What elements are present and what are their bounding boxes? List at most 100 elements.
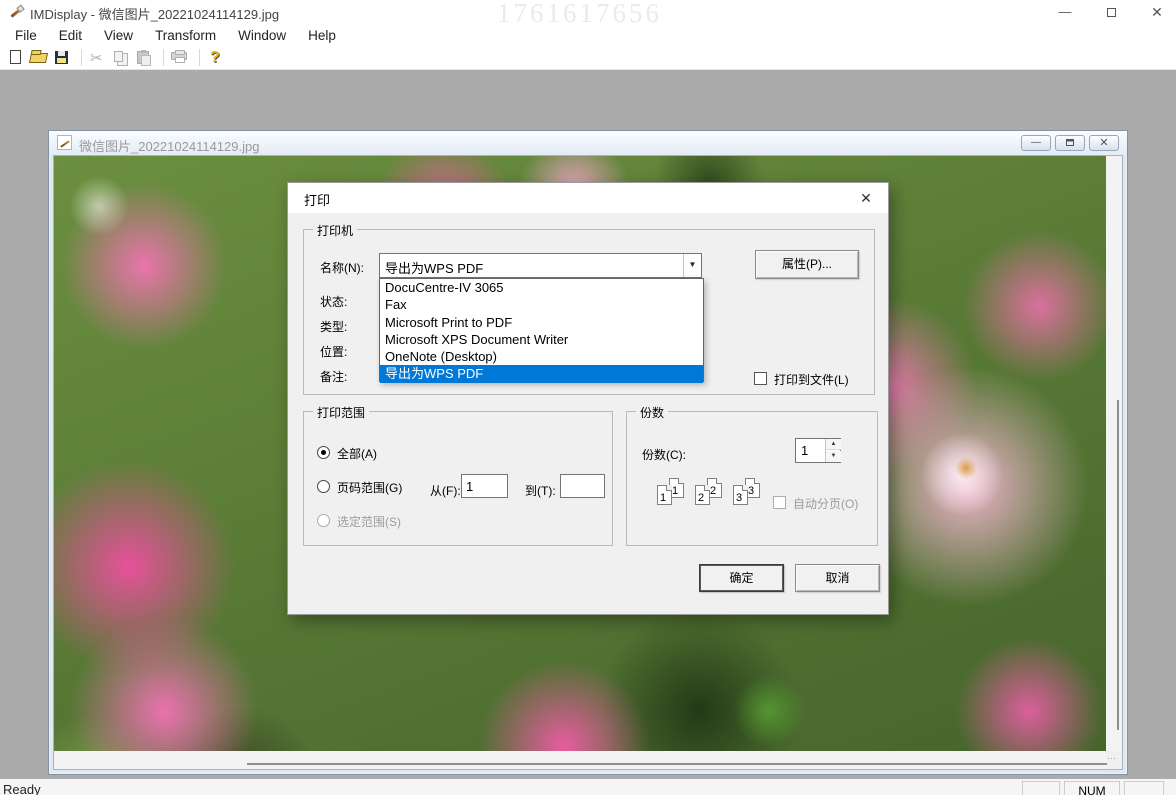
menu-edit[interactable]: Edit — [48, 26, 93, 45]
save-icon[interactable] — [52, 49, 72, 67]
range-pages-label[interactable]: 页码范围(G) — [337, 479, 402, 496]
document-title: 微信图片_20221024114129.jpg — [79, 136, 259, 155]
maximize-icon[interactable] — [1094, 0, 1128, 24]
open-file-icon[interactable] — [29, 49, 49, 67]
printer-group: 打印机 名称(N): 导出为WPS PDF ▼ 属性(P)... 状态: 类型:… — [303, 229, 875, 395]
app-icon — [8, 4, 24, 20]
printer-name-value: 导出为WPS PDF — [385, 258, 483, 277]
toolbar-separator — [163, 49, 164, 66]
collate-pages-graphic: 1 1 2 2 3 3 — [657, 478, 769, 514]
range-to-input[interactable] — [560, 474, 605, 498]
menu-transform[interactable]: Transform — [144, 26, 227, 45]
printer-comment-label: 备注: — [320, 368, 347, 385]
range-from-label: 从(F): — [430, 482, 461, 499]
vertical-scrollbar-thumb[interactable] — [1117, 400, 1119, 730]
copies-count-label: 份数(C): — [642, 446, 686, 463]
collate-page-number: 1 — [660, 492, 666, 504]
toolbar: ✂ ? — [0, 46, 1176, 70]
cancel-button[interactable]: 取消 — [795, 564, 880, 592]
printer-name-combobox[interactable]: 导出为WPS PDF ▼ — [379, 253, 702, 278]
print-to-file-checkbox[interactable] — [754, 372, 767, 385]
printer-type-label: 类型: — [320, 318, 347, 335]
range-all-label[interactable]: 全部(A) — [337, 445, 377, 462]
collate-page-number: 2 — [710, 485, 716, 497]
print-dialog: 打印 ✕ 打印机 名称(N): 导出为WPS PDF ▼ 属性(P)... 状态… — [287, 182, 889, 615]
dropdown-item[interactable]: Microsoft Print to PDF — [380, 314, 703, 331]
document-minimize-icon[interactable]: — — [1021, 135, 1051, 151]
dropdown-item[interactable]: Microsoft XPS Document Writer — [380, 331, 703, 348]
document-title-bar[interactable]: 微信图片_20221024114129.jpg — ✕ — [49, 131, 1127, 155]
print-dialog-title-bar[interactable]: 打印 ✕ — [288, 183, 888, 213]
collate-page: 2 — [695, 485, 710, 505]
menu-window[interactable]: Window — [227, 26, 297, 45]
collate-page: 3 — [733, 485, 748, 505]
print-range-group: 打印范围 全部(A) 页码范围(G) 从(F): 到(T): 选定范围(S) — [303, 411, 613, 546]
printer-name-label: 名称(N): — [320, 259, 364, 276]
range-selection-label: 选定范围(S) — [337, 513, 401, 530]
print-dialog-title: 打印 — [304, 190, 330, 209]
vertical-scrollbar[interactable] — [1106, 156, 1122, 751]
new-document-icon[interactable] — [6, 49, 26, 67]
copies-group: 份数 份数(C): 1 ▲ ▼ 1 1 2 2 — [626, 411, 878, 546]
horizontal-scrollbar-thumb[interactable] — [247, 763, 1107, 765]
collate-checkbox — [773, 496, 786, 509]
minimize-icon[interactable]: — — [1048, 0, 1082, 24]
document-close-icon[interactable]: ✕ — [1089, 135, 1119, 151]
print-to-file-label[interactable]: 打印到文件(L) — [774, 371, 849, 388]
horizontal-scrollbar[interactable] — [54, 751, 1106, 769]
window-title: IMDisplay - 微信图片_20221024114129.jpg — [30, 4, 279, 23]
dropdown-item[interactable]: OneNote (Desktop) — [380, 348, 703, 365]
document-icon — [57, 135, 72, 150]
toolbar-separator — [199, 49, 200, 66]
dropdown-item-selected[interactable]: 导出为WPS PDF — [380, 365, 703, 382]
status-ready-text: Ready — [3, 782, 41, 795]
collate-page: 1 — [657, 485, 672, 505]
ok-button[interactable]: 确定 — [699, 564, 784, 592]
dropdown-item[interactable]: Fax — [380, 296, 703, 313]
printer-location-label: 位置: — [320, 343, 347, 360]
print-range-group-label: 打印范围 — [313, 404, 369, 421]
imdisplay-window: IMDisplay - 微信图片_20221024114129.jpg 1761… — [0, 0, 1176, 795]
copies-group-label: 份数 — [636, 404, 668, 421]
range-to-label: 到(T): — [525, 482, 556, 499]
menu-file[interactable]: File — [4, 26, 48, 45]
status-cell-num: NUM — [1064, 781, 1120, 795]
status-bar: Ready NUM — [0, 779, 1176, 795]
dropdown-item[interactable]: DocuCentre-IV 3065 — [380, 279, 703, 296]
copy-icon — [111, 49, 131, 67]
collate-page-number: 1 — [672, 485, 678, 497]
menu-help[interactable]: Help — [297, 26, 347, 45]
chevron-down-icon[interactable]: ▼ — [683, 254, 701, 277]
cut-icon: ✂ — [88, 49, 108, 67]
range-from-input[interactable] — [461, 474, 508, 498]
title-bar: IMDisplay - 微信图片_20221024114129.jpg 1761… — [0, 0, 1176, 24]
collate-page-number: 2 — [698, 492, 704, 504]
collate-page-number: 3 — [748, 485, 754, 497]
spinner-down-icon[interactable]: ▼ — [826, 451, 841, 462]
collate-page-number: 3 — [736, 492, 742, 504]
toolbar-separator — [81, 49, 82, 66]
printer-group-label: 打印机 — [313, 222, 357, 239]
range-selection-radio — [317, 514, 330, 527]
printer-dropdown-list: DocuCentre-IV 3065 Fax Microsoft Print t… — [379, 278, 704, 382]
mdi-client-area: 微信图片_20221024114129.jpg — ✕ ⋯ 打印 ✕ 打印机 名… — [0, 70, 1176, 779]
close-icon[interactable]: ✕ — [1140, 0, 1174, 24]
range-pages-radio[interactable] — [317, 480, 330, 493]
collate-label: 自动分页(O) — [793, 495, 858, 512]
copies-spinner[interactable]: 1 ▲ ▼ — [795, 438, 841, 463]
printer-status-label: 状态: — [320, 293, 347, 310]
menu-bar: File Edit View Transform Window Help — [0, 24, 1176, 46]
status-cell-caps — [1022, 781, 1060, 795]
print-icon — [170, 49, 190, 67]
status-cell-scrl — [1124, 781, 1164, 795]
menu-view[interactable]: View — [93, 26, 144, 45]
help-icon[interactable]: ? — [206, 49, 226, 67]
copies-value: 1 — [801, 443, 808, 458]
properties-button[interactable]: 属性(P)... — [755, 250, 859, 279]
spinner-up-icon[interactable]: ▲ — [826, 439, 841, 450]
range-all-radio[interactable] — [317, 446, 330, 459]
dialog-close-icon[interactable]: ✕ — [854, 188, 878, 208]
document-restore-icon[interactable] — [1055, 135, 1085, 151]
paste-icon — [134, 49, 154, 67]
resize-grip-icon: ⋯ — [1107, 753, 1121, 767]
